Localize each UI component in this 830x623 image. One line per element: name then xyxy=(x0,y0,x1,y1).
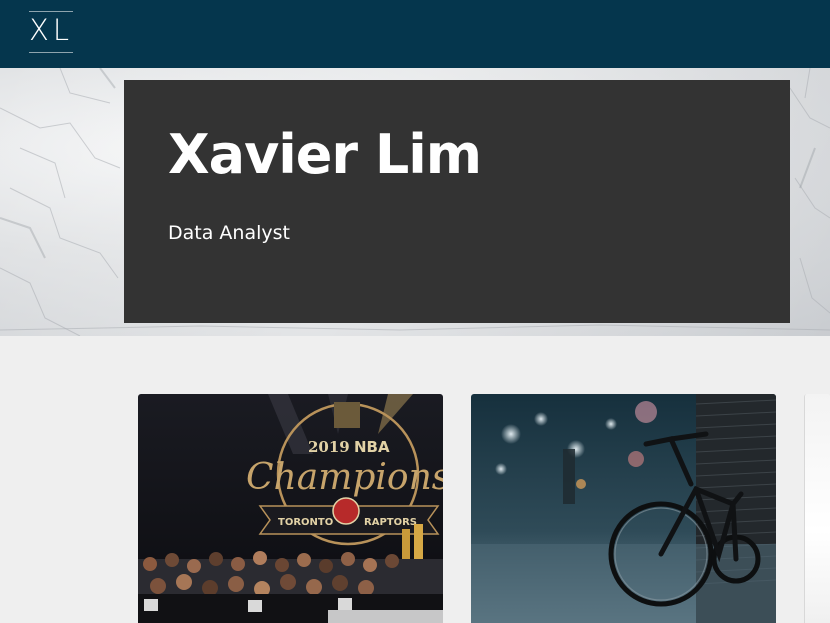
portfolio-card-nba[interactable]: 2019 NBA Champions TORONTO RAPTORS xyxy=(138,394,443,623)
banner-right-word: RAPTORS xyxy=(364,517,417,528)
banner-year: 2019 xyxy=(308,438,350,456)
portfolio-card-partial[interactable] xyxy=(804,394,830,623)
hero-card: Xavier Lim Data Analyst xyxy=(124,80,790,323)
hero-role: Data Analyst xyxy=(168,222,290,244)
hero-banner: Xavier Lim Data Analyst xyxy=(0,68,830,336)
site-logo[interactable]: XL xyxy=(29,11,74,53)
banner-title: Champions xyxy=(246,457,443,498)
nba-champions-photo: 2019 NBA Champions TORONTO RAPTORS xyxy=(138,394,443,623)
banner-left-word: TORONTO xyxy=(278,517,333,528)
portfolio-card-bicycle[interactable] xyxy=(471,394,776,623)
hero-name: Xavier Lim xyxy=(168,123,482,186)
banner-league: NBA xyxy=(354,438,390,456)
bicycle-street-photo xyxy=(471,394,776,623)
partial-card-photo xyxy=(805,394,830,623)
top-navigation-bar: XL xyxy=(0,0,830,68)
